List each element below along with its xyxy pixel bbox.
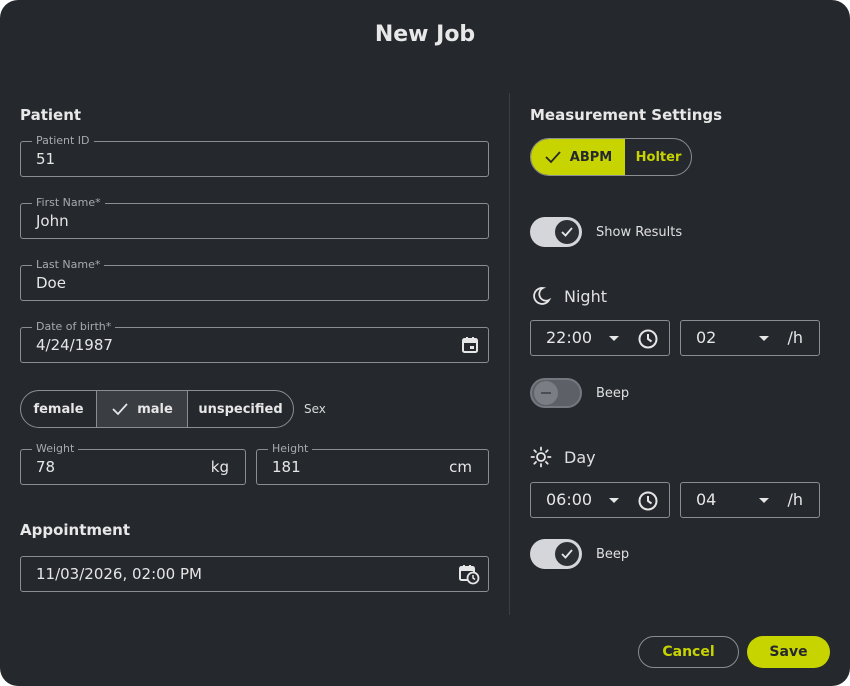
date-of-birth-label: Date of birth* <box>32 320 116 334</box>
sex-option-female[interactable]: female <box>21 391 97 427</box>
last-name-label: Last Name* <box>32 258 105 272</box>
height-value: 181 <box>272 458 301 476</box>
night-interval-value: 02 <box>696 328 717 347</box>
toggle-knob <box>555 220 579 244</box>
appointment-value: 11/03/2026, 02:00 PM <box>36 565 202 583</box>
sex-option-male[interactable]: male <box>97 391 188 427</box>
check-icon <box>112 403 128 416</box>
night-interval-select[interactable]: 02 /h <box>680 320 820 356</box>
sex-option-unspecified-label: unspecified <box>198 401 283 417</box>
height-field[interactable]: Height 181 cm <box>256 442 489 485</box>
first-name-field[interactable]: First Name* John <box>20 196 489 239</box>
save-button[interactable]: Save <box>747 636 830 668</box>
date-of-birth-value: 4/24/1987 <box>36 336 113 354</box>
first-name-value: John <box>36 212 69 230</box>
new-job-dialog: New Job Patient Patient ID 51 First Name… <box>0 0 850 686</box>
weight-field[interactable]: Weight 78 kg <box>20 442 246 485</box>
clock-icon[interactable] <box>637 328 659 350</box>
clock-icon[interactable] <box>637 490 659 512</box>
mode-option-abpm-label: ABPM <box>569 149 613 165</box>
sex-option-unspecified[interactable]: unspecified <box>188 391 293 427</box>
appointment-section-title: Appointment <box>20 521 131 539</box>
date-of-birth-field[interactable]: Date of birth* 4/24/1987 <box>20 320 489 363</box>
day-label: Day <box>564 447 596 467</box>
mode-option-holter[interactable]: Holter <box>625 139 691 175</box>
chevron-down-icon <box>609 498 619 503</box>
patient-section-title: Patient <box>20 106 82 124</box>
night-interval-unit: /h <box>787 328 803 347</box>
check-icon <box>561 549 573 559</box>
patient-id-field[interactable]: Patient ID 51 <box>20 134 489 177</box>
sex-selector: female male unspecified <box>20 390 294 428</box>
night-label: Night <box>564 286 607 306</box>
day-interval-value: 04 <box>696 490 717 509</box>
check-icon <box>545 151 561 164</box>
day-time-select[interactable]: 06:00 <box>530 482 670 518</box>
dialog-title: New Job <box>374 22 476 47</box>
day-beep-label: Beep <box>596 547 630 562</box>
night-time-select[interactable]: 22:00 <box>530 320 670 356</box>
show-results-label: Show Results <box>596 225 683 240</box>
day-time-value: 06:00 <box>546 490 593 509</box>
height-label: Height <box>268 442 313 456</box>
cancel-button[interactable]: Cancel <box>638 636 739 668</box>
patient-id-label: Patient ID <box>32 134 94 148</box>
night-beep-label: Beep <box>596 386 630 401</box>
check-icon <box>561 227 573 237</box>
sex-option-male-label: male <box>137 401 173 417</box>
toggle-knob <box>555 542 579 566</box>
calendar-icon[interactable] <box>460 335 480 355</box>
measurement-mode-selector: ABPM Holter <box>530 138 692 176</box>
day-header: Day <box>530 446 596 468</box>
minus-icon <box>541 392 551 394</box>
sex-option-female-label: female <box>33 401 84 417</box>
day-interval-unit: /h <box>787 490 803 509</box>
chevron-down-icon <box>759 336 769 341</box>
first-name-label: First Name* <box>32 196 105 210</box>
night-beep-toggle[interactable] <box>530 378 582 408</box>
mode-option-holter-label: Holter <box>635 149 682 165</box>
weight-value: 78 <box>36 458 56 476</box>
sun-icon <box>530 446 552 468</box>
weight-unit: kg <box>210 458 229 476</box>
weight-label: Weight <box>32 442 79 456</box>
appointment-field[interactable]: 11/03/2026, 02:00 PM <box>20 556 489 592</box>
chevron-down-icon <box>759 498 769 503</box>
last-name-field[interactable]: Last Name* Doe <box>20 258 489 301</box>
column-divider <box>509 93 510 615</box>
toggle-knob <box>534 381 558 405</box>
calendar-clock-icon[interactable] <box>458 563 480 585</box>
moon-icon <box>533 287 552 305</box>
height-unit: cm <box>449 458 472 476</box>
patient-id-value: 51 <box>36 150 56 168</box>
day-beep-toggle[interactable] <box>530 539 582 569</box>
chevron-down-icon <box>609 336 619 341</box>
night-header: Night <box>530 285 607 307</box>
show-results-toggle[interactable] <box>530 217 582 247</box>
mode-option-abpm[interactable]: ABPM <box>531 139 625 175</box>
last-name-value: Doe <box>36 274 66 292</box>
night-time-value: 22:00 <box>546 328 593 347</box>
day-interval-select[interactable]: 04 /h <box>680 482 820 518</box>
sex-label: Sex <box>304 402 326 416</box>
measurement-section-title: Measurement Settings <box>530 106 723 124</box>
